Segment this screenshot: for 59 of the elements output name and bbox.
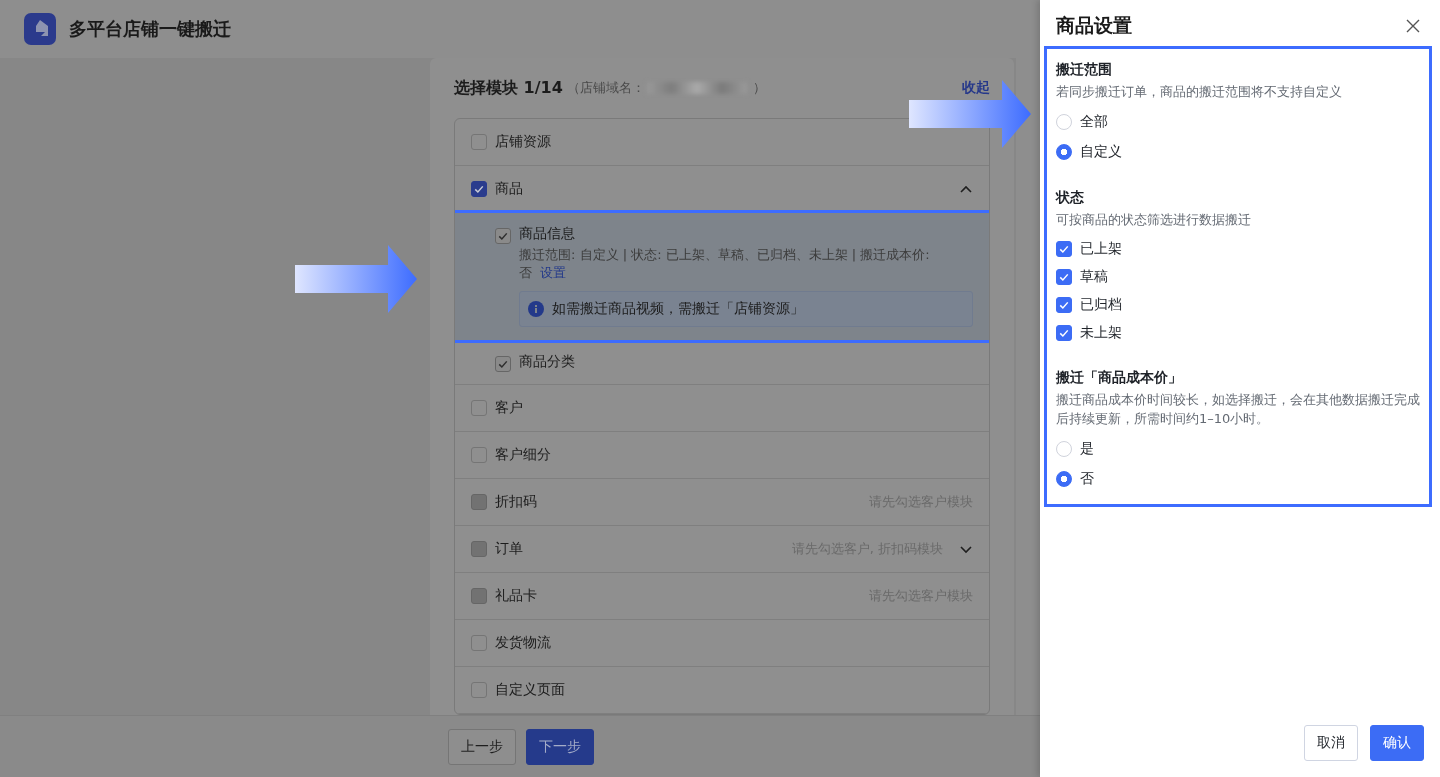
option-label: 已上架: [1080, 240, 1122, 258]
module-label: 礼品卡: [495, 587, 537, 605]
settings-summary: 搬迁范围: 自定义 | 状态: 已上架、草稿、已归档、未上架 | 搬迁成本价: 否 设置: [519, 246, 931, 282]
check-icon: [497, 230, 509, 242]
prev-button[interactable]: 上一步: [447, 728, 516, 765]
module-label: 客户: [495, 399, 523, 417]
module-label: 客户细分: [495, 446, 551, 464]
module-label: 商品信息: [519, 225, 576, 243]
module-label: 店铺资源: [495, 133, 551, 151]
close-icon[interactable]: [1406, 19, 1420, 33]
logo-icon: [24, 13, 56, 45]
module-label: 商品分类: [519, 353, 576, 371]
check-icon: [497, 358, 509, 370]
section-description: 若同步搬迁订单，商品的搬迁范围将不支持自定义: [1056, 83, 1343, 101]
domain-label: （店铺域名：: [566, 79, 645, 97]
option-label: 自定义: [1080, 143, 1122, 161]
option-label: 全部: [1080, 113, 1108, 131]
checkbox[interactable]: [1056, 241, 1072, 257]
notice-text: 如需搬迁商品视频，需搬迁「店铺资源」: [552, 300, 804, 318]
checkbox[interactable]: [471, 181, 487, 197]
checkbox[interactable]: [471, 400, 487, 416]
confirm-button[interactable]: 确认: [1370, 725, 1424, 761]
step-title: 选择模块 1/14: [454, 77, 563, 99]
module-label: 商品: [495, 180, 523, 198]
info-icon: [528, 301, 544, 317]
radio-button[interactable]: [1056, 471, 1072, 487]
option-label: 已归档: [1080, 296, 1122, 314]
option-label: 未上架: [1080, 324, 1122, 342]
section-title: 状态: [1056, 189, 1085, 207]
option-label: 否: [1080, 470, 1094, 488]
section-title: 搬迁「商品成本价」: [1056, 369, 1183, 387]
checkbox[interactable]: [1056, 269, 1072, 285]
checkbox[interactable]: [1056, 325, 1072, 341]
checkbox[interactable]: [471, 447, 487, 463]
option-label: 是: [1080, 440, 1094, 458]
check-icon: [1058, 327, 1070, 339]
module-label: 发货物流: [495, 634, 551, 652]
collapse-link[interactable]: 收起: [962, 79, 990, 97]
check-icon: [1058, 271, 1070, 283]
section-description: 搬迁商品成本价时间较长，如选择搬迁，会在其他数据搬迁完成后持续更新，所需时间约1–10小时。: [1056, 391, 1420, 428]
domain-label: ）: [752, 79, 766, 97]
check-icon: [473, 183, 485, 195]
cancel-button[interactable]: 取消: [1304, 725, 1358, 761]
option-label: 草稿: [1080, 268, 1108, 286]
checkbox[interactable]: [471, 635, 487, 651]
check-icon: [1058, 299, 1070, 311]
checkbox[interactable]: [1056, 297, 1072, 313]
module-label: 订单: [495, 540, 523, 558]
section-description: 可按商品的状态筛选进行数据搬迁: [1056, 211, 1252, 229]
app-title: 多平台店铺一键搬迁: [69, 17, 231, 41]
check-icon: [1058, 243, 1070, 255]
section-title: 搬迁范围: [1056, 61, 1113, 79]
radio-button[interactable]: [1056, 144, 1072, 160]
checkbox[interactable]: [471, 682, 487, 698]
module-label: 自定义页面: [495, 681, 565, 699]
checkbox[interactable]: [471, 134, 487, 150]
next-button[interactable]: 下一步: [525, 728, 594, 765]
drawer-title: 商品设置: [1056, 13, 1132, 38]
module-label: 折扣码: [495, 493, 537, 511]
